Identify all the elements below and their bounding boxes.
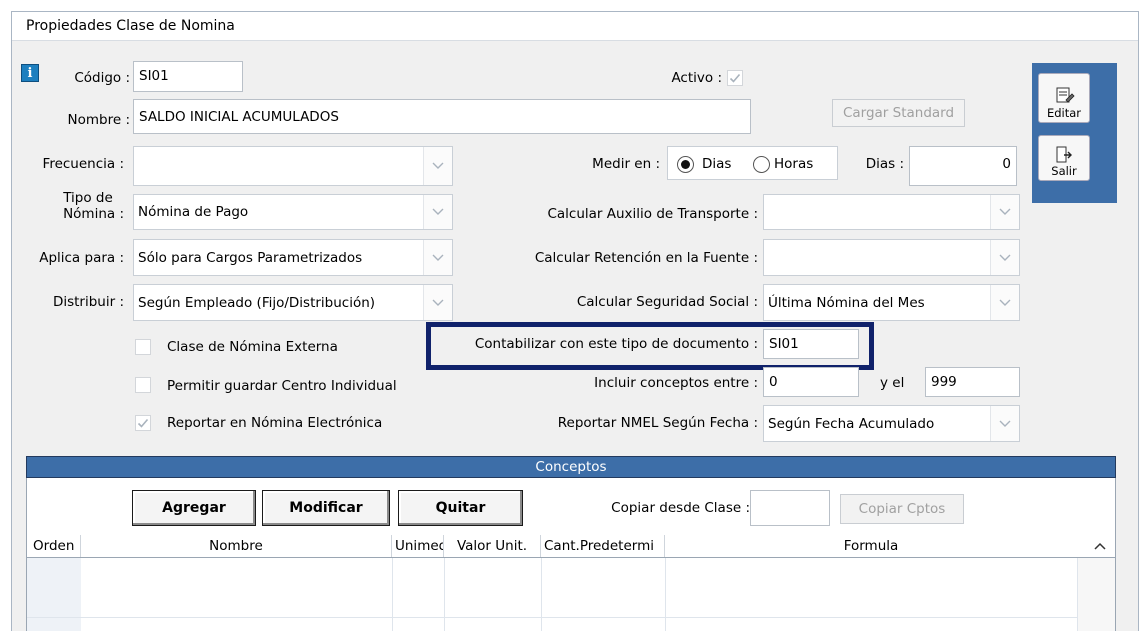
info-icon[interactable]: i [21,64,39,82]
chevron-down-icon[interactable] [990,240,1019,275]
reportar-nmel-label: Reportar NMEL Según Fecha : [557,415,758,431]
activo-checkbox[interactable] [727,70,743,86]
activo-label: Activo : [671,70,722,86]
radio-dias[interactable] [677,156,694,173]
copiar-desde-input[interactable] [750,490,830,526]
seguridad-social-value: Última Nómina del Mes [768,294,925,311]
reportar-nomina-label[interactable]: Reportar en Nómina Electrónica [167,414,382,432]
agregar-button[interactable]: Agregar [132,490,256,526]
checkmark-icon [137,418,149,428]
clase-externa-label[interactable]: Clase de Nómina Externa [167,338,338,356]
checkmark-icon [729,73,741,83]
clase-externa-checkbox[interactable] [135,339,151,355]
chevron-down-icon[interactable] [990,195,1019,229]
nombre-input[interactable]: SALDO INICIAL ACUMULADOS [133,99,751,134]
retencion-label: Calcular Retención en la Fuente : [534,250,758,266]
copiar-desde-label: Copiar desde Clase : [611,500,750,516]
aplica-para-value: Sólo para Cargos Parametrizados [138,249,363,266]
table-header-divider [27,557,1115,558]
highlight-box [426,322,874,370]
chevron-down-icon[interactable] [990,406,1019,441]
radio-dias-label[interactable]: Dias [702,155,731,173]
tipo-nomina-label-line2: Nómina : [63,206,124,222]
y-el-label: y el [880,375,905,391]
table-col-divider [392,558,393,631]
col-formula[interactable]: Formula [665,535,1077,557]
radio-horas[interactable] [753,156,770,173]
cargar-standard-button[interactable]: Cargar Standard [832,99,965,127]
toolbar-panel: Editar Salir [1032,63,1117,203]
chevron-up-icon [1094,542,1106,550]
incluir-conceptos-label: Incluir conceptos entre : [594,375,758,391]
aux-transporte-select[interactable] [763,194,1020,230]
retencion-select[interactable] [763,239,1020,276]
chevron-down-icon[interactable] [423,147,452,185]
dialog-title: Propiedades Clase de Nomina [26,18,235,34]
scroll-up-button[interactable] [1086,535,1114,557]
distribuir-label: Distribuir : [52,294,124,310]
tipo-nomina-label: Tipo de Nómina : [40,190,124,222]
table-col-divider [665,558,666,631]
distribuir-select[interactable]: Según Empleado (Fijo/Distribución) [133,284,453,321]
codigo-input[interactable]: SI01 [133,61,243,92]
copiar-cptos-button[interactable]: Copiar Cptos [840,494,964,524]
incluir-hasta-input[interactable]: 999 [925,367,1020,397]
aplica-para-label: Aplica para : [39,250,124,266]
table-col-divider [541,558,542,631]
medir-en-label: Medir en : [592,156,660,172]
editar-label: Editar [1046,106,1082,120]
centro-individual-checkbox[interactable] [135,377,151,393]
salir-label: Salir [1051,164,1077,178]
col-cant-predeterminada[interactable]: Cant.Predetermi [541,535,665,557]
edit-document-icon [1056,87,1075,103]
reportar-nmel-value: Según Fecha Acumulado [768,415,935,432]
modificar-button[interactable]: Modificar [262,490,390,526]
quitar-button[interactable]: Quitar [398,490,523,526]
dias-label: Dias : [865,156,904,172]
conceptos-header: Conceptos [26,456,1116,478]
salir-button[interactable]: Salir [1038,135,1090,181]
row-selector-column [27,558,81,631]
seguridad-social-select[interactable]: Última Nómina del Mes [763,284,1020,321]
aplica-para-select[interactable]: Sólo para Cargos Parametrizados [133,239,453,276]
nombre-label: Nombre : [67,112,130,128]
seguridad-social-label: Calcular Seguridad Social : [576,294,758,310]
centro-individual-label[interactable]: Permitir guardar Centro Individual [167,377,397,395]
table-col-divider [444,558,445,631]
chevron-down-icon[interactable] [990,285,1019,320]
radio-horas-label[interactable]: Horas [774,155,813,173]
col-nombre[interactable]: Nombre [81,535,392,557]
col-orden[interactable]: Orden [27,535,81,557]
dias-value: 0 [1002,156,1011,172]
codigo-label: Código : [74,70,130,86]
table-row-divider [27,617,1077,618]
reportar-nomina-checkbox[interactable] [135,415,151,431]
exit-door-icon [1056,146,1072,163]
tipo-nomina-value: Nómina de Pago [138,204,249,220]
vertical-scrollbar[interactable] [1077,558,1115,631]
frecuencia-label: Frecuencia : [42,156,124,172]
aux-transporte-label: Calcular Auxilio de Transporte : [547,206,758,222]
incluir-desde-input[interactable]: 0 [763,367,859,397]
reportar-nmel-select[interactable]: Según Fecha Acumulado [763,405,1020,442]
frecuencia-select[interactable] [133,146,453,186]
editar-button[interactable]: Editar [1038,73,1090,123]
col-valor-unit[interactable]: Valor Unit. [444,535,541,557]
tipo-nomina-label-line1: Tipo de [63,190,113,206]
col-unimed[interactable]: Unimed [392,535,444,557]
tipo-nomina-select[interactable]: Nómina de Pago [133,194,453,230]
dias-input[interactable]: 0 [909,146,1017,186]
distribuir-value: Según Empleado (Fijo/Distribución) [138,294,376,311]
